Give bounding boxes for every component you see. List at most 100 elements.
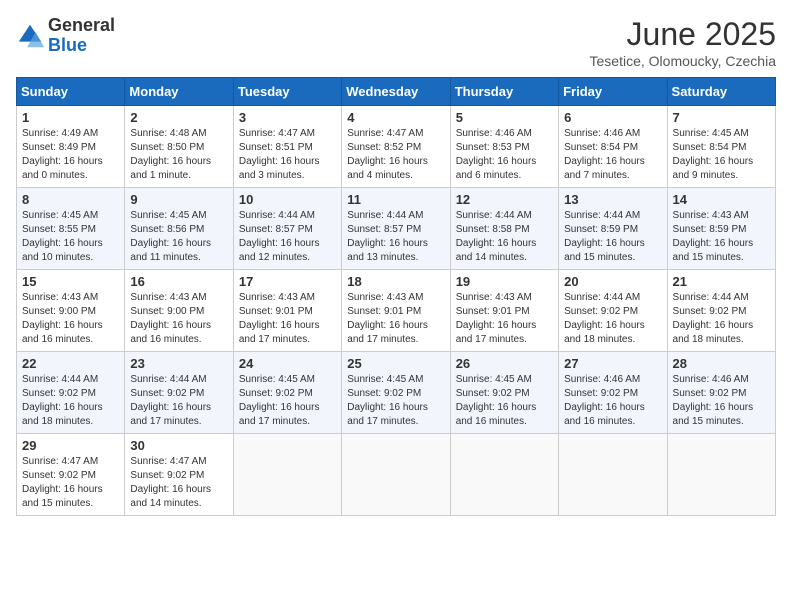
cell-content: Sunrise: 4:45 AMSunset: 8:54 PMDaylight:… — [673, 127, 770, 183]
calendar-cell — [233, 434, 341, 516]
calendar-cell: 29Sunrise: 4:47 AMSunset: 9:02 PMDayligh… — [17, 434, 125, 516]
calendar-cell: 10Sunrise: 4:44 AMSunset: 8:57 PMDayligh… — [233, 188, 341, 270]
day-number: 11 — [347, 192, 444, 207]
cell-content: Sunrise: 4:43 AMSunset: 9:01 PMDaylight:… — [347, 291, 444, 347]
day-number: 8 — [22, 192, 119, 207]
sunset: Sunset: 8:55 PM — [22, 224, 96, 235]
cell-content: Sunrise: 4:45 AMSunset: 8:56 PMDaylight:… — [130, 209, 227, 265]
calendar-cell: 15Sunrise: 4:43 AMSunset: 9:00 PMDayligh… — [17, 270, 125, 352]
weekday-header-tuesday: Tuesday — [233, 78, 341, 106]
sunset: Sunset: 9:02 PM — [130, 470, 204, 481]
cell-content: Sunrise: 4:44 AMSunset: 9:02 PMDaylight:… — [130, 373, 227, 429]
cell-content: Sunrise: 4:44 AM Sunset: 9:02 PM Daylight:… — [564, 291, 661, 347]
sunset: Sunset: 8:49 PM — [22, 142, 96, 153]
calendar-table: SundayMondayTuesdayWednesdayThursdayFrid… — [16, 77, 776, 516]
calendar-cell: 22 Sunrise: 4:44 AMSunset: 9:02 PMDayligh… — [17, 352, 125, 434]
daylight: Daylight: 16 hours and 17 minutes. — [456, 320, 537, 345]
sunrise: Sunrise: 4:45 AM — [22, 210, 98, 221]
sunrise: Sunrise: 4:48 AM — [130, 128, 206, 139]
calendar-cell: 14Sunrise: 4:43 AMSunset: 8:59 PMDayligh… — [667, 188, 775, 270]
daylight: Daylight: 16 hours and 15 minutes. — [564, 238, 645, 263]
daylight: Daylight: 16 hours and 7 minutes. — [564, 156, 645, 181]
sunset: Sunset: 9:01 PM — [239, 306, 313, 317]
calendar-cell: 9 Sunrise: 4:45 AMSunset: 8:56 PMDaylight… — [125, 188, 233, 270]
logo-general: General — [48, 15, 115, 35]
cell-content: Sunrise: 4:43 AMSunset: 9:00 PMDaylight:… — [130, 291, 227, 347]
cell-content: Sunrise: 4:43 AM Sunset: 9:01 PM Daylight:… — [456, 291, 553, 347]
sunset: Sunset: 8:51 PM — [239, 142, 313, 153]
day-number: 29 — [22, 438, 119, 453]
sunrise: Sunrise: 4:47 AM — [130, 456, 206, 467]
daylight: Daylight: 16 hours and 17 minutes. — [239, 320, 320, 345]
calendar-cell: 4Sunrise: 4:47 AMSunset: 8:52 PMDaylight… — [342, 106, 450, 188]
sunset: Sunset: 8:54 PM — [673, 142, 747, 153]
header: General Blue June 2025 Tesetice, Olomouc… — [16, 16, 776, 69]
sunset: Sunset: 9:01 PM — [456, 306, 530, 317]
sunrise: Sunrise: 4:46 AM — [456, 128, 532, 139]
sunrise: Sunrise: 4:49 AM — [22, 128, 98, 139]
sunset: Sunset: 9:02 PM — [347, 388, 421, 399]
sunset: Sunset: 8:59 PM — [673, 224, 747, 235]
day-number: 19 — [456, 274, 553, 289]
cell-content: Sunrise: 4:46 AMSunset: 9:02 PMDaylight:… — [564, 373, 661, 429]
cell-content: Sunrise: 4:48 AMSunset: 8:50 PMDaylight:… — [130, 127, 227, 183]
calendar-week-1: 1Sunrise: 4:49 AMSunset: 8:49 PMDaylight… — [17, 106, 776, 188]
sunrise: Sunrise: 4:43 AM — [456, 292, 532, 303]
daylight: Daylight: 16 hours and 18 minutes. — [564, 320, 645, 345]
sunrise: Sunrise: 4:44 AM — [564, 292, 640, 303]
sunrise: Sunrise: 4:45 AM — [456, 374, 532, 385]
sunset: Sunset: 9:02 PM — [22, 470, 96, 481]
calendar-cell: 17Sunrise: 4:43 AMSunset: 9:01 PMDayligh… — [233, 270, 341, 352]
calendar-cell: 1Sunrise: 4:49 AMSunset: 8:49 PMDaylight… — [17, 106, 125, 188]
daylight: Daylight: 16 hours and 4 minutes. — [347, 156, 428, 181]
sunrise: Sunrise: 4:47 AM — [239, 128, 315, 139]
daylight: Daylight: 16 hours and 16 minutes. — [130, 320, 211, 345]
calendar-cell: 2 Sunrise: 4:48 AMSunset: 8:50 PMDaylight… — [125, 106, 233, 188]
cell-content: Sunrise: 4:49 AMSunset: 8:49 PMDaylight:… — [22, 127, 119, 183]
calendar-week-5: 29 Sunrise: 4:47 AM Sunset: 9:02 PM Dayligh… — [17, 434, 776, 516]
cell-content: Sunrise: 4:44 AMSunset: 8:59 PMDaylight:… — [564, 209, 661, 265]
sunrise: Sunrise: 4:45 AM — [347, 374, 423, 385]
calendar-cell: 21Sunrise: 4:44 AMSunset: 9:02 PMDayligh… — [667, 270, 775, 352]
calendar-cell: 18Sunrise: 4:43 AMSunset: 9:01 PMDayligh… — [342, 270, 450, 352]
calendar-cell: 25Sunrise: 4:45 AMSunset: 9:02 PMDayligh… — [342, 352, 450, 434]
sunset: Sunset: 8:56 PM — [130, 224, 204, 235]
daylight: Daylight: 16 hours and 6 minutes. — [456, 156, 537, 181]
sunrise: Sunrise: 4:47 AM — [22, 456, 98, 467]
daylight: Daylight: 16 hours and 16 minutes. — [456, 402, 537, 427]
sunset: Sunset: 9:02 PM — [456, 388, 530, 399]
daylight: Daylight: 16 hours and 14 minutes. — [456, 238, 537, 263]
cell-content: Sunrise: 4:44 AMSunset: 9:02 PMDaylight:… — [22, 373, 119, 429]
cell-content: Sunrise: 4:47 AMSunset: 8:51 PMDaylight:… — [239, 127, 336, 183]
sunset: Sunset: 9:00 PM — [22, 306, 96, 317]
cell-content: Sunrise: 4:47 AM Sunset: 9:02 PM Daylight:… — [130, 455, 227, 511]
weekday-header-saturday: Saturday — [667, 78, 775, 106]
sunrise: Sunrise: 4:44 AM — [347, 210, 423, 221]
logo-icon — [16, 22, 44, 50]
sunset: Sunset: 8:57 PM — [239, 224, 313, 235]
day-number: 30 — [130, 438, 227, 453]
daylight: Daylight: 16 hours and 17 minutes. — [239, 402, 320, 427]
sunrise: Sunrise: 4:44 AM — [239, 210, 315, 221]
day-number: 6 — [564, 110, 661, 125]
cell-content: Sunrise: 4:46 AMSunset: 9:02 PMDaylight:… — [673, 373, 770, 429]
daylight: Daylight: 16 hours and 14 minutes. — [130, 484, 211, 509]
weekday-header-friday: Friday — [559, 78, 667, 106]
calendar-week-2: 8 Sunrise: 4:45 AM Sunset: 8:55 PM Daylight… — [17, 188, 776, 270]
day-number: 2 — [130, 110, 227, 125]
day-number: 4 — [347, 110, 444, 125]
logo-blue: Blue — [48, 35, 87, 55]
sunrise: Sunrise: 4:46 AM — [564, 374, 640, 385]
day-number: 9 — [130, 192, 227, 207]
day-number: 22 — [22, 356, 119, 371]
sunrise: Sunrise: 4:44 AM — [456, 210, 532, 221]
day-number: 28 — [673, 356, 770, 371]
calendar-week-4: 22 Sunrise: 4:44 AMSunset: 9:02 PMDayligh… — [17, 352, 776, 434]
sunset: Sunset: 9:02 PM — [564, 306, 638, 317]
calendar-cell: 27Sunrise: 4:46 AMSunset: 9:02 PMDayligh… — [559, 352, 667, 434]
logo-text: General Blue — [48, 16, 115, 56]
daylight: Daylight: 16 hours and 12 minutes. — [239, 238, 320, 263]
day-number: 25 — [347, 356, 444, 371]
calendar-cell — [559, 434, 667, 516]
daylight: Daylight: 16 hours and 16 minutes. — [22, 320, 103, 345]
